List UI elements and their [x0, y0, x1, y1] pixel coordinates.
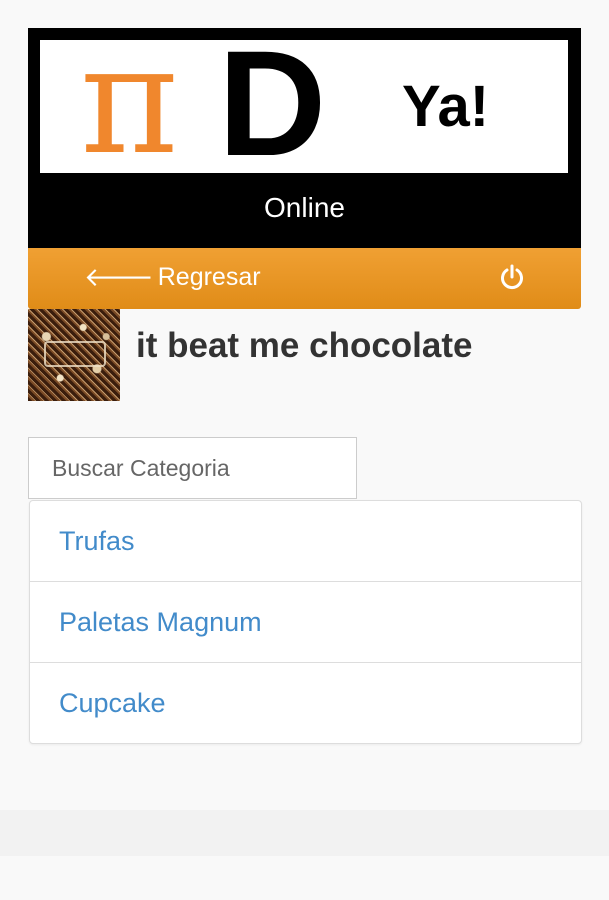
category-item-paletas-magnum[interactable]: Paletas Magnum [30, 582, 581, 663]
app-header: π D Ya! Online [28, 28, 581, 248]
category-item-trufas[interactable]: Trufas [30, 501, 581, 582]
connection-status: Online [264, 192, 345, 223]
back-button-label: Regresar [157, 263, 261, 291]
logo-suffix: Ya! [402, 74, 490, 139]
nav-bar: 🡐 Regresar [28, 248, 581, 309]
back-button[interactable]: 🡐 Regresar [84, 262, 261, 293]
app-logo: π D Ya! [40, 40, 568, 173]
footer-band [0, 810, 609, 856]
logo-letter: D [218, 40, 326, 173]
category-search-input[interactable] [28, 437, 357, 499]
avatar-mark [44, 341, 106, 367]
store-avatar [28, 309, 120, 401]
store-name: it beat me chocolate [136, 326, 473, 365]
power-icon[interactable] [497, 262, 527, 292]
logo-pi: π [80, 40, 179, 173]
category-item-cupcake[interactable]: Cupcake [30, 663, 581, 743]
arrow-left-icon: 🡐 [84, 262, 154, 292]
category-list: Trufas Paletas Magnum Cupcake [29, 500, 582, 744]
